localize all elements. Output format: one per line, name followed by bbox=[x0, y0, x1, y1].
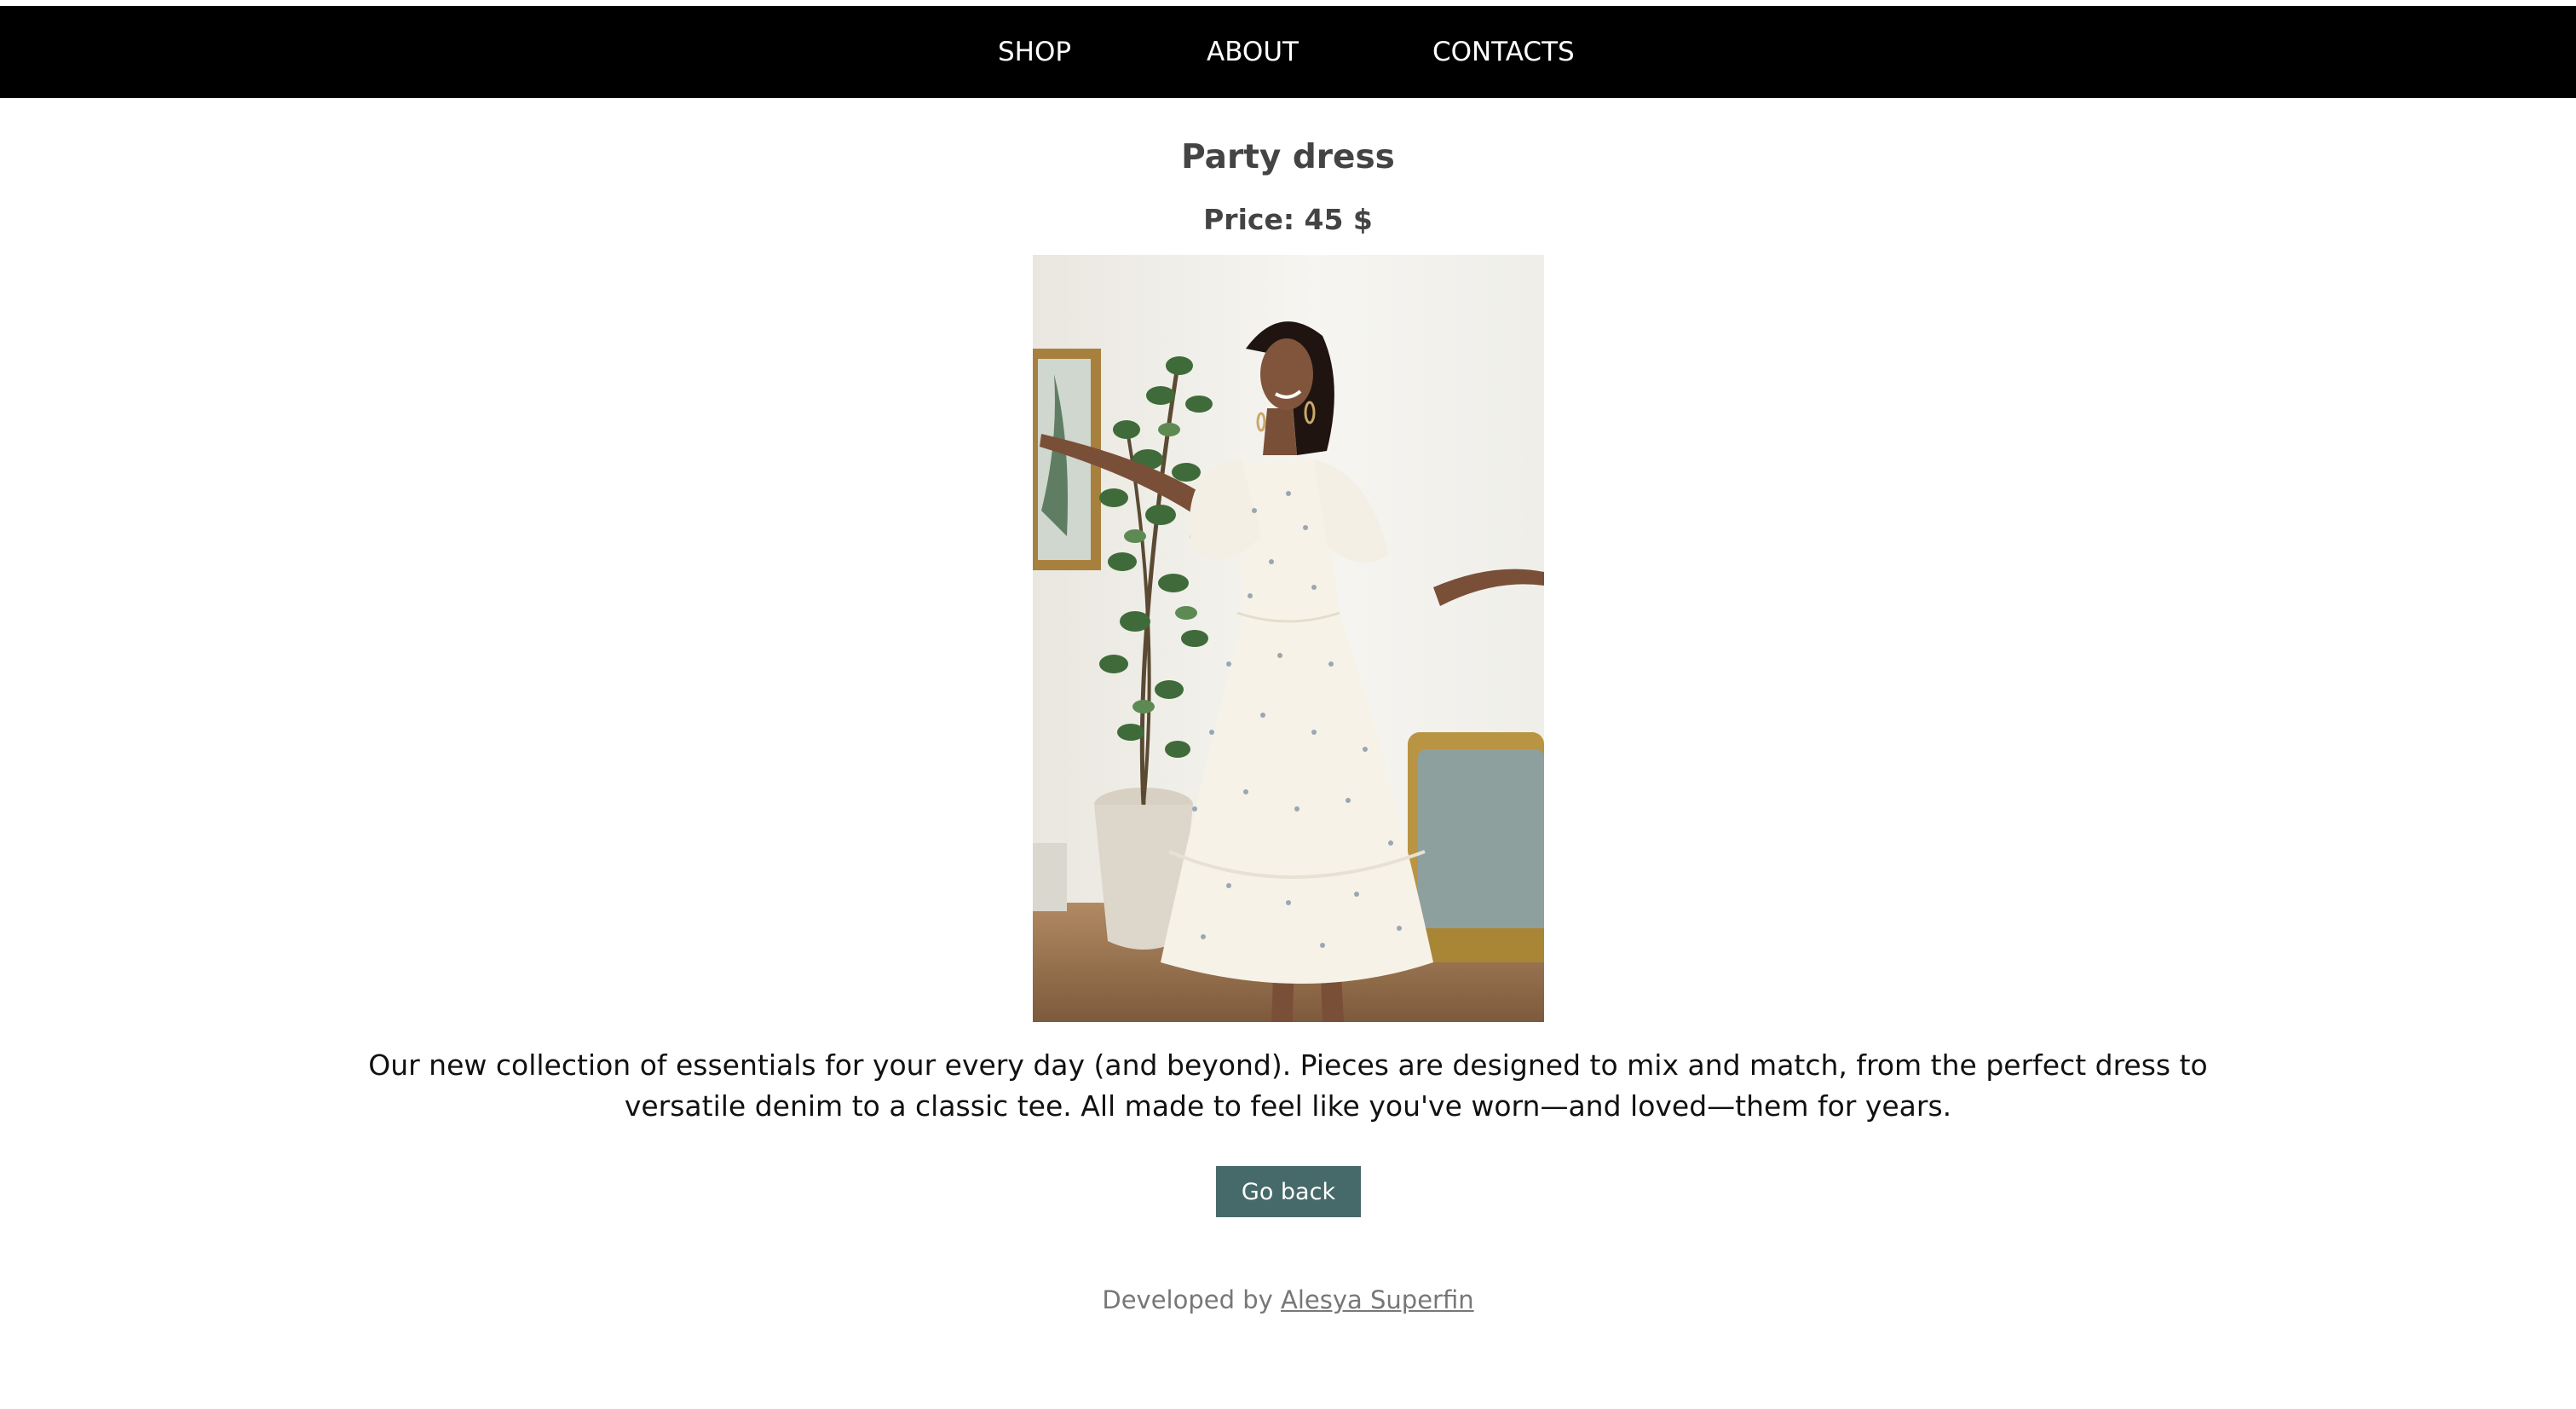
product-description: Our new collection of essentials for you… bbox=[368, 1048, 2208, 1123]
nav-link-contacts[interactable]: CONTACTS bbox=[1432, 6, 1575, 98]
product-image bbox=[1033, 255, 1544, 1022]
top-nav: SHOP ABOUT CONTACTS bbox=[0, 6, 2576, 98]
author-link[interactable]: Alesya Superfin bbox=[1281, 1285, 1474, 1314]
nav-link-shop[interactable]: SHOP bbox=[998, 6, 1071, 98]
footer-credit: Developed by Alesya Superfin bbox=[0, 1285, 2576, 1314]
footer-prefix: Developed by bbox=[1102, 1285, 1273, 1314]
product-price: Price: 45 $ bbox=[1203, 203, 1373, 236]
nav-link-about[interactable]: ABOUT bbox=[1207, 6, 1299, 98]
go-back-button[interactable]: Go back bbox=[1216, 1166, 1361, 1217]
product-title: Party dress bbox=[1181, 138, 1395, 176]
